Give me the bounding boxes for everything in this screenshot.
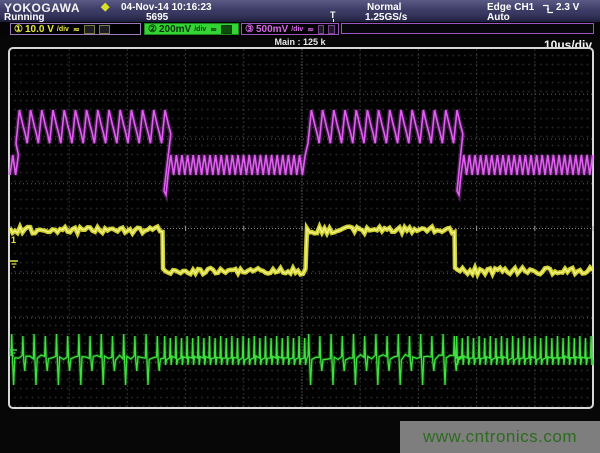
channel-1-scale: 10.0 V — [25, 24, 54, 35]
channel-1-coupling-icon: ≂ — [73, 25, 80, 34]
channel-2-coupling-icon: ≂ — [210, 25, 217, 34]
channel-3-scale: 500mV — [256, 24, 288, 35]
channel-2-scale-unit: /div — [194, 26, 206, 33]
falling-edge-icon — [542, 3, 554, 15]
trigger-position-marker: T — [330, 10, 336, 20]
graticule-area — [8, 47, 594, 409]
channel-3-bandwidth-icon — [328, 25, 335, 34]
channel-3-scale-unit: /div — [291, 26, 303, 33]
channel-2-settings[interactable]: ② 200mV /div ≂ — [144, 23, 239, 35]
channel-3-settings[interactable]: ③ 500mV /div ≂ — [241, 23, 339, 35]
channel-3-coupling-icon: ≂ — [307, 25, 314, 34]
channel-2-number: ② — [148, 24, 157, 35]
watermark-link[interactable]: www.cntronics.com — [400, 421, 600, 453]
record-length-label: Main : 125 k — [0, 37, 600, 47]
scope-header: YOKOGAWA ◆ 04-Nov-14 10:16:23 Running 56… — [0, 0, 600, 22]
channel-1-settings[interactable]: ① 10.0 V /div ≂ — [10, 23, 141, 35]
channel-1-scale-unit: /div — [57, 26, 69, 33]
channel-3-number: ③ — [245, 24, 254, 35]
oscilloscope-screen-capture: YOKOGAWA ◆ 04-Nov-14 10:16:23 Running 56… — [0, 0, 600, 453]
channel-1-probe-icon — [84, 25, 95, 34]
channel-1-bandwidth-icon — [99, 25, 110, 34]
trigger-level-label: 2.3 V — [556, 2, 579, 13]
watermark-text: www.cntronics.com — [423, 427, 577, 447]
brand-diamond-icon: ◆ — [101, 0, 109, 13]
channel-2-scale: 200mV — [159, 24, 191, 35]
channel-2-bandwidth-icon — [221, 25, 232, 34]
channel-1-number: ① — [14, 24, 23, 35]
channel-3-probe-icon — [318, 25, 325, 34]
acquisition-memory-bar — [341, 23, 594, 34]
